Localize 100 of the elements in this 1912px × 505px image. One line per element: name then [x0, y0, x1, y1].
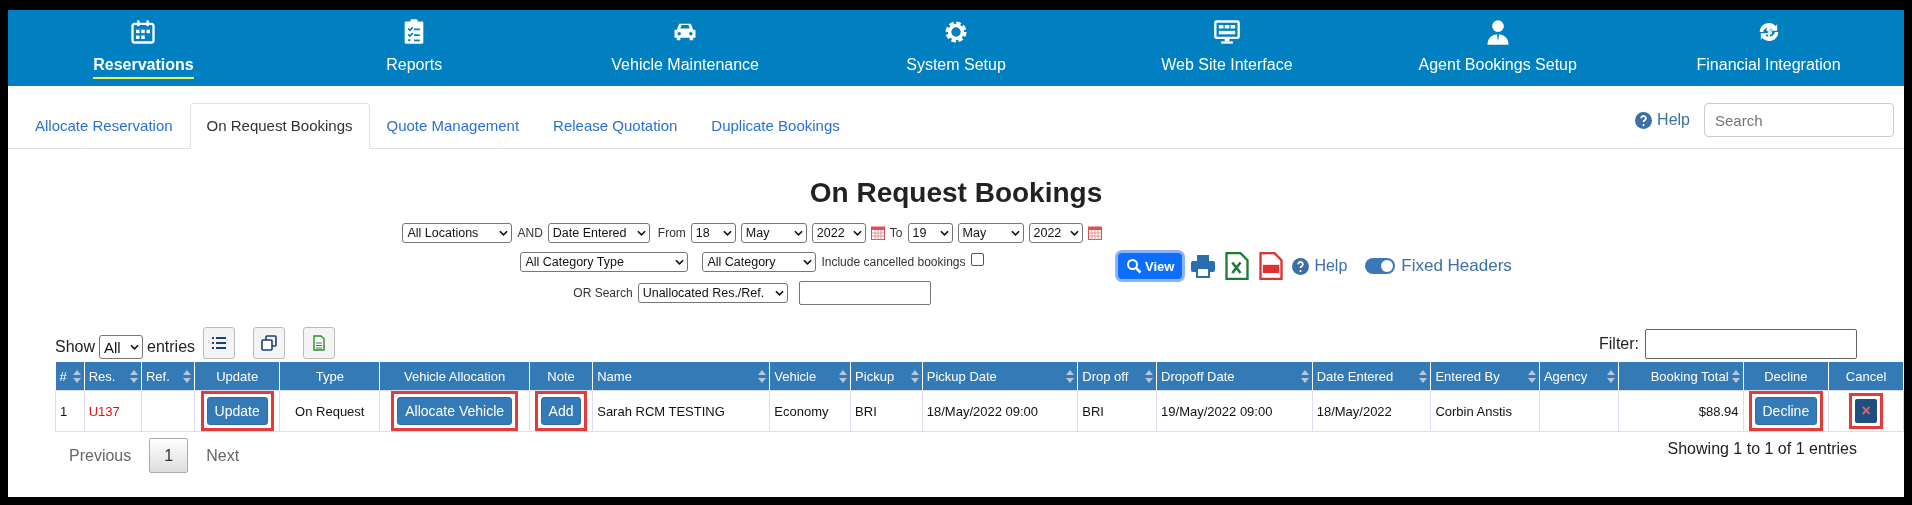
sort-icon[interactable]: [1606, 370, 1615, 383]
search-icon[interactable]: [1126, 258, 1142, 274]
view-button[interactable]: View: [1118, 253, 1183, 279]
nav-item[interactable]: Reports: [278, 10, 550, 86]
chevron-icon[interactable]: [852, 230, 862, 236]
tab[interactable]: Allocate Reservation: [18, 103, 190, 149]
nav-label[interactable]: Vehicle Maintenance: [611, 55, 759, 79]
list-icon[interactable]: [211, 335, 228, 351]
tab[interactable]: Duplicate Bookings: [694, 103, 857, 149]
date-type-select[interactable]: Date Entered: [547, 223, 650, 243]
location-select[interactable]: All Locations: [402, 223, 513, 243]
pdf-icon[interactable]: [1258, 252, 1285, 280]
sort-icon[interactable]: [839, 370, 848, 383]
spreadsheet-icon[interactable]: [311, 335, 328, 351]
nav-label[interactable]: Web Site Interface: [1161, 55, 1293, 79]
fixed-headers-label: Fixed Headers: [1401, 256, 1512, 276]
page-size-select[interactable]: All: [99, 335, 144, 359]
help-link[interactable]: Help: [1314, 257, 1348, 275]
sort-icon[interactable]: [183, 370, 192, 383]
sort-icon[interactable]: [1419, 370, 1428, 383]
table-action-button[interactable]: Add: [540, 397, 582, 425]
include-cancelled-label: Include cancelled bookings: [821, 255, 966, 269]
nav-item[interactable]: Reservations: [8, 10, 279, 86]
search-field[interactable]: Search: [1704, 103, 1894, 137]
filter-label: Filter:: [1599, 335, 1639, 353]
sort-icon[interactable]: [1066, 370, 1075, 383]
sort-icon[interactable]: [910, 370, 919, 383]
next-link[interactable]: Next: [206, 446, 240, 465]
page-button[interactable]: 1: [149, 438, 189, 473]
chevron-icon[interactable]: [1069, 230, 1079, 236]
sort-icon[interactable]: [1527, 370, 1536, 383]
chevron-icon[interactable]: [636, 230, 646, 236]
copy-button[interactable]: [253, 327, 286, 359]
day-select[interactable]: 19: [907, 223, 953, 243]
search-input[interactable]: [798, 281, 931, 305]
calendar-icon[interactable]: [1087, 226, 1102, 240]
sort-icon[interactable]: [1731, 370, 1740, 383]
cancel-button[interactable]: ×: [1855, 399, 1878, 423]
nav-label[interactable]: Reports: [386, 55, 443, 79]
year-select[interactable]: 2022: [1028, 223, 1083, 243]
search-type-select[interactable]: Unallocated Res./Ref.: [637, 283, 788, 303]
chevron-icon[interactable]: [675, 259, 685, 265]
tab[interactable]: Release Quotation: [536, 103, 695, 149]
chevron-icon[interactable]: [774, 290, 784, 296]
nav-item[interactable]: Vehicle Maintenance: [549, 10, 821, 86]
table-cell-text: 1: [60, 403, 68, 419]
sort-icon[interactable]: [1300, 370, 1309, 383]
help-icon: [1292, 257, 1310, 275]
copy-icon[interactable]: [261, 335, 278, 351]
table-action-button[interactable]: Update: [206, 397, 268, 425]
table-action-button[interactable]: Decline: [1754, 397, 1818, 425]
sort-icon[interactable]: [758, 370, 767, 383]
calendar-icon[interactable]: [870, 226, 885, 240]
nav-item[interactable]: Financial Integration: [1633, 10, 1904, 86]
table-cell-text: $88.94: [1698, 403, 1739, 419]
chevron-icon[interactable]: [803, 259, 813, 265]
category-type-select[interactable]: All Category Type: [520, 252, 689, 272]
sort-icon[interactable]: [1145, 370, 1154, 383]
column-header[interactable]: #: [59, 368, 67, 384]
or-search-label: OR Search: [573, 286, 633, 300]
month-select[interactable]: May: [740, 223, 807, 243]
chevron-icon[interactable]: [793, 230, 803, 236]
sort-icon[interactable]: [72, 370, 81, 383]
sort-icon[interactable]: [129, 370, 138, 383]
help-link[interactable]: Help: [1657, 111, 1690, 129]
day-select[interactable]: 18: [690, 223, 736, 243]
column-header[interactable]: Name: [597, 368, 632, 384]
chevron-icon[interactable]: [130, 344, 140, 350]
filter-field[interactable]: [1645, 329, 1857, 359]
chevron-icon[interactable]: [939, 230, 949, 236]
table-action-button[interactable]: Allocate Vehicle: [397, 397, 513, 425]
excel-icon[interactable]: [1224, 252, 1251, 280]
nav-label[interactable]: System Setup: [906, 55, 1006, 79]
tab[interactable]: On Request Bookings: [189, 103, 370, 149]
fixed-headers-toggle[interactable]: [1365, 258, 1396, 274]
spreadsheet-button[interactable]: [303, 327, 336, 359]
table-cell-text: BRI: [855, 403, 877, 419]
monitor-icon: [1212, 17, 1241, 46]
table-cell-text: Economy: [774, 403, 829, 419]
entries-label: entries: [147, 338, 196, 356]
nav-label[interactable]: Agent Bookings Setup: [1418, 55, 1577, 79]
print-icon[interactable]: [1190, 252, 1217, 280]
category-select[interactable]: All Category: [702, 252, 817, 272]
previous-link[interactable]: Previous: [69, 446, 132, 465]
calendar-icon: [129, 17, 158, 46]
year-select[interactable]: 2022: [811, 223, 866, 243]
chevron-icon[interactable]: [722, 230, 732, 236]
chevron-icon[interactable]: [499, 230, 509, 236]
nav-item[interactable]: Agent Bookings Setup: [1362, 10, 1634, 86]
page-title: On Request Bookings: [808, 177, 1104, 209]
column-header[interactable]: Type: [315, 368, 344, 384]
column-list-button[interactable]: [203, 327, 236, 359]
nav-item[interactable]: System Setup: [820, 10, 1092, 86]
include-cancelled-checkbox[interactable]: [970, 252, 984, 266]
tab[interactable]: Quote Management: [369, 103, 537, 149]
nav-label[interactable]: Reservations: [93, 55, 194, 79]
month-select[interactable]: May: [957, 223, 1024, 243]
nav-label[interactable]: Financial Integration: [1696, 55, 1841, 79]
chevron-icon[interactable]: [1010, 230, 1020, 236]
nav-item[interactable]: Web Site Interface: [1091, 10, 1363, 86]
